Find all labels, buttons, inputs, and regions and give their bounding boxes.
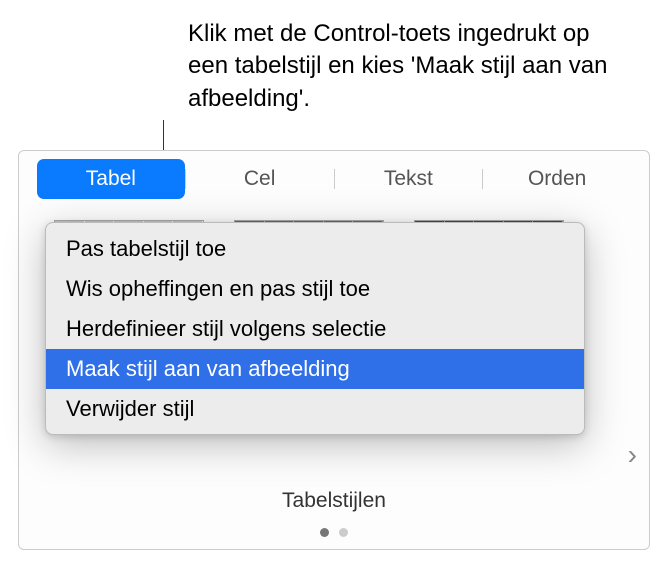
- menu-item-create-style-from-image[interactable]: Maak stijl aan van afbeelding: [46, 349, 584, 389]
- tab-table[interactable]: Tabel: [37, 159, 185, 199]
- tab-cell[interactable]: Cel: [186, 159, 334, 199]
- tab-text[interactable]: Tekst: [335, 159, 483, 199]
- section-label-table-styles: Tabelstijlen: [19, 489, 649, 513]
- pager-dot[interactable]: [339, 528, 348, 537]
- menu-item-redefine-style[interactable]: Herdefinieer stijl volgens selectie: [46, 309, 584, 349]
- menu-item-delete-style[interactable]: Verwijder stijl: [46, 389, 584, 429]
- format-tabs: Tabel Cel Tekst Orden: [19, 151, 649, 200]
- tab-arrange[interactable]: Orden: [483, 159, 631, 199]
- style-pager: [19, 528, 649, 537]
- callout-text: Klik met de Control-toets ingedrukt op e…: [188, 18, 628, 115]
- chevron-right-icon[interactable]: ›: [628, 439, 637, 471]
- menu-item-clear-overrides[interactable]: Wis opheffingen en pas stijl toe: [46, 269, 584, 309]
- menu-item-apply-style[interactable]: Pas tabelstijl toe: [46, 229, 584, 269]
- pager-dot[interactable]: [320, 528, 329, 537]
- context-menu: Pas tabelstijl toe Wis opheffingen en pa…: [45, 222, 585, 435]
